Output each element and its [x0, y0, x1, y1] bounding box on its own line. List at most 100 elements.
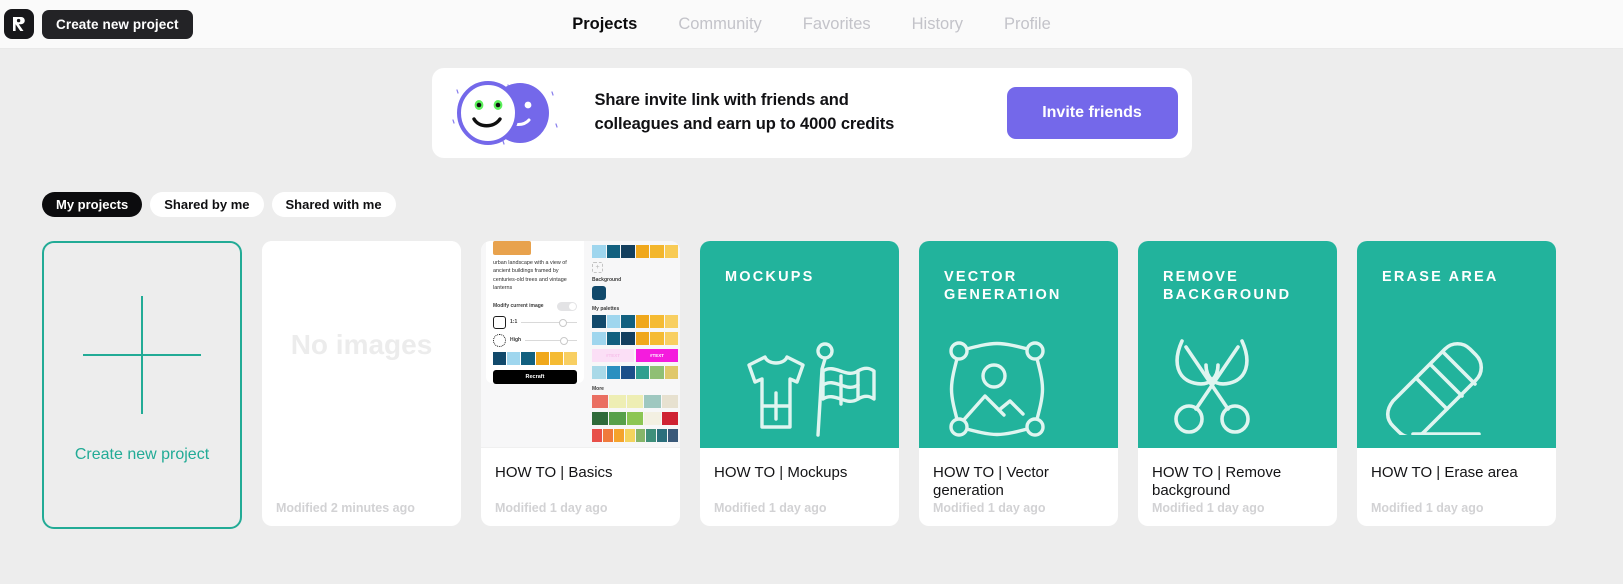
swatch	[607, 315, 621, 328]
mini-palette-more-1	[592, 395, 678, 408]
project-card-empty[interactable]: No images Modified 2 minutes ago	[262, 241, 461, 526]
swatch	[521, 352, 534, 365]
mini-left-panel: urban landscape with a view of ancient b…	[486, 241, 584, 383]
swatch	[650, 366, 664, 379]
nav-item-profile[interactable]: Profile	[1004, 15, 1051, 34]
mini-palette-row-1	[592, 315, 678, 328]
swatch	[621, 245, 635, 258]
nav-item-community[interactable]: Community	[678, 15, 761, 34]
two-smiley-faces-icon	[448, 81, 573, 146]
project-modified-label: Modified 1 day ago	[933, 501, 1046, 515]
swatch	[625, 429, 635, 442]
create-new-project-card[interactable]: Create new project	[42, 241, 242, 529]
swatch	[592, 332, 606, 345]
swatch	[636, 429, 646, 442]
main-nav: Projects Community Favorites History Pro…	[0, 0, 1623, 48]
invite-banner-line-1: Share invite link with friends and	[595, 89, 1007, 113]
project-card-erase-area[interactable]: ERASE AREA HOW TO | Erase area Modified …	[1357, 241, 1556, 526]
filter-shared-by-me[interactable]: Shared by me	[150, 192, 263, 217]
swatch	[592, 412, 608, 425]
top-bar: Create new project Projects Community Fa…	[0, 0, 1623, 49]
create-new-project-button[interactable]: Create new project	[42, 10, 193, 39]
project-card-mockups[interactable]: MOCKUPS HOW TO | Mockups Modified 1 day …	[700, 241, 899, 526]
nav-item-favorites[interactable]: Favorites	[803, 15, 871, 34]
project-card-body: HOW TO | Vector generation Modified 1 da…	[919, 448, 1118, 526]
swatch	[665, 366, 679, 379]
swatch	[550, 352, 563, 365]
project-modified-label: Modified 1 day ago	[1152, 501, 1265, 515]
filter-my-projects[interactable]: My projects	[42, 192, 142, 217]
project-modified-label: Modified 1 day ago	[495, 501, 608, 515]
invite-banner: Share invite link with friends and colle…	[432, 68, 1192, 158]
mini-size-label: 1:1	[510, 319, 517, 325]
swatch	[636, 245, 650, 258]
swatch	[536, 352, 549, 365]
mini-palette-strip	[592, 429, 678, 442]
project-card-body: HOW TO | Mockups Modified 1 day ago	[700, 448, 899, 526]
filter-shared-with-me[interactable]: Shared with me	[272, 192, 396, 217]
project-title: HOW TO | Remove background	[1152, 464, 1323, 500]
mini-recraft-button[interactable]: Recraft	[493, 370, 577, 384]
tutorial-thumb-title: VECTOR GENERATION	[944, 268, 1118, 305]
swatch	[650, 332, 664, 345]
mini-selected-palette	[493, 352, 577, 365]
mini-size-slider[interactable]	[521, 322, 577, 323]
swatch	[564, 352, 577, 365]
style-icon[interactable]	[493, 334, 506, 347]
project-filter-tabs: My projects Shared by me Shared with me	[0, 158, 1623, 217]
swatch	[621, 332, 635, 345]
mini-app-screenshot: urban landscape with a view of ancient b…	[481, 241, 680, 447]
tutorial-thumb-title: MOCKUPS	[725, 268, 899, 286]
project-title: HOW TO | Erase area	[1371, 464, 1542, 482]
swatch	[646, 429, 656, 442]
project-card-vector-generation[interactable]: VECTOR GENERATION HOW TO | Vector genera…	[919, 241, 1118, 526]
project-card-remove-background[interactable]: REMOVE BACKGROUND HOW TO | Remove backgr…	[1138, 241, 1337, 526]
swatch	[609, 412, 625, 425]
swatch	[662, 395, 678, 408]
scissors-icon	[1162, 337, 1262, 442]
project-card-body: Modified 2 minutes ago	[262, 448, 461, 526]
project-thumbnail-vector-generation: VECTOR GENERATION	[919, 241, 1118, 448]
nav-item-history[interactable]: History	[912, 15, 963, 34]
project-card-body: HOW TO | Erase area Modified 1 day ago	[1357, 448, 1556, 526]
nav-item-projects[interactable]: Projects	[572, 15, 637, 34]
recraft-logo-icon[interactable]	[4, 9, 34, 39]
add-palette-icon[interactable]: +	[592, 262, 603, 273]
swatch	[607, 366, 621, 379]
swatch	[507, 352, 520, 365]
mini-style-label: High	[510, 337, 521, 343]
project-thumbnail-basics: urban landscape with a view of ancient b…	[481, 241, 680, 448]
mini-modify-label: Modify current image	[493, 303, 544, 309]
swatch	[607, 332, 621, 345]
mini-style-slider[interactable]	[525, 340, 577, 341]
vector-image-nodes-icon	[947, 339, 1047, 444]
project-title: HOW TO | Basics	[495, 464, 666, 482]
mini-background-swatch[interactable]	[592, 286, 606, 300]
project-title: HOW TO | Mockups	[714, 464, 885, 482]
mini-prompt-text: urban landscape with a view of ancient b…	[493, 259, 577, 293]
invite-friends-button[interactable]: Invite friends	[1007, 87, 1178, 139]
project-thumbnail-empty: No images	[262, 241, 461, 448]
swatch	[665, 332, 679, 345]
swatch	[636, 332, 650, 345]
swatch	[609, 395, 625, 408]
invite-banner-text: Share invite link with friends and colle…	[595, 89, 1007, 137]
swatch	[603, 429, 613, 442]
mini-text-chip: #TEXT	[636, 349, 678, 362]
swatch	[668, 429, 678, 442]
mini-background-label: Background	[592, 277, 678, 283]
project-modified-label: Modified 1 day ago	[1371, 501, 1484, 515]
mini-modify-toggle[interactable]	[557, 302, 577, 311]
swatch	[644, 412, 660, 425]
swatch	[607, 245, 621, 258]
tutorial-thumb-title: ERASE AREA	[1382, 268, 1556, 286]
swatch	[665, 245, 679, 258]
project-card-basics[interactable]: urban landscape with a view of ancient b…	[481, 241, 680, 526]
project-title: HOW TO | Vector generation	[933, 464, 1104, 500]
project-thumbnail-mockups: MOCKUPS	[700, 241, 899, 448]
tutorial-thumb-title: REMOVE BACKGROUND	[1163, 268, 1337, 305]
mini-palette-top	[592, 245, 678, 258]
eraser-icon	[1379, 335, 1491, 440]
aspect-ratio-icon[interactable]	[493, 316, 506, 329]
swatch	[621, 366, 635, 379]
